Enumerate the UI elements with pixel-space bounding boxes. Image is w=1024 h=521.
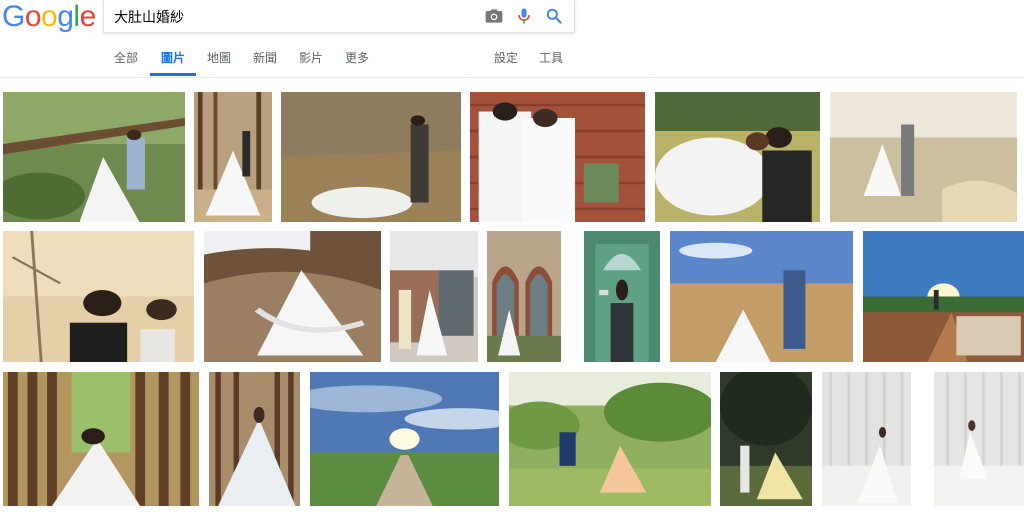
image-result[interactable] <box>390 231 478 362</box>
settings-link[interactable]: 設定 <box>494 42 518 75</box>
google-logo[interactable]: Google <box>2 0 96 34</box>
image-result[interactable] <box>863 231 1024 362</box>
logo-letter: o <box>41 0 58 33</box>
image-result[interactable] <box>509 372 711 506</box>
image-result[interactable] <box>487 231 561 362</box>
tab-all[interactable]: 全部 <box>114 42 138 75</box>
image-result[interactable] <box>655 92 820 222</box>
search-icon[interactable] <box>544 6 564 26</box>
image-results-grid <box>0 78 1024 521</box>
tab-maps[interactable]: 地圖 <box>207 42 231 75</box>
image-result[interactable] <box>281 92 461 222</box>
search-box[interactable]: 大肚山婚紗 <box>103 0 575 33</box>
logo-letter: o <box>24 0 42 33</box>
logo-letter: e <box>79 0 97 33</box>
image-result[interactable] <box>310 372 499 506</box>
image-result[interactable] <box>204 231 381 362</box>
image-result[interactable] <box>3 92 185 222</box>
microphone-icon[interactable] <box>514 6 534 26</box>
image-result[interactable] <box>934 372 1024 506</box>
tab-videos[interactable]: 影片 <box>299 42 323 75</box>
tab-more[interactable]: 更多 <box>345 42 369 75</box>
image-result[interactable] <box>3 231 194 362</box>
image-result[interactable] <box>194 92 272 222</box>
tools-link[interactable]: 工具 <box>539 42 563 75</box>
image-result[interactable] <box>470 92 645 222</box>
tab-news[interactable]: 新聞 <box>253 42 277 75</box>
image-result[interactable] <box>3 372 199 506</box>
tab-images[interactable]: 圖片 <box>150 42 197 76</box>
image-result[interactable] <box>830 92 1017 222</box>
image-result[interactable] <box>720 372 812 506</box>
camera-icon[interactable] <box>484 6 504 26</box>
search-tabs: 全部 圖片 地圖 新聞 影片 更多 設定 工具 <box>0 42 1024 77</box>
logo-letter: G <box>2 0 25 33</box>
logo-letter: g <box>57 0 74 33</box>
image-result[interactable] <box>584 231 660 362</box>
header: Google 大肚山婚紗 全部 圖片 地圖 新聞 影片 更多 設定 工具 <box>0 0 1024 78</box>
image-result[interactable] <box>209 372 300 506</box>
image-result[interactable] <box>822 372 911 506</box>
image-result[interactable] <box>670 231 853 362</box>
search-input[interactable]: 大肚山婚紗 <box>114 7 184 27</box>
